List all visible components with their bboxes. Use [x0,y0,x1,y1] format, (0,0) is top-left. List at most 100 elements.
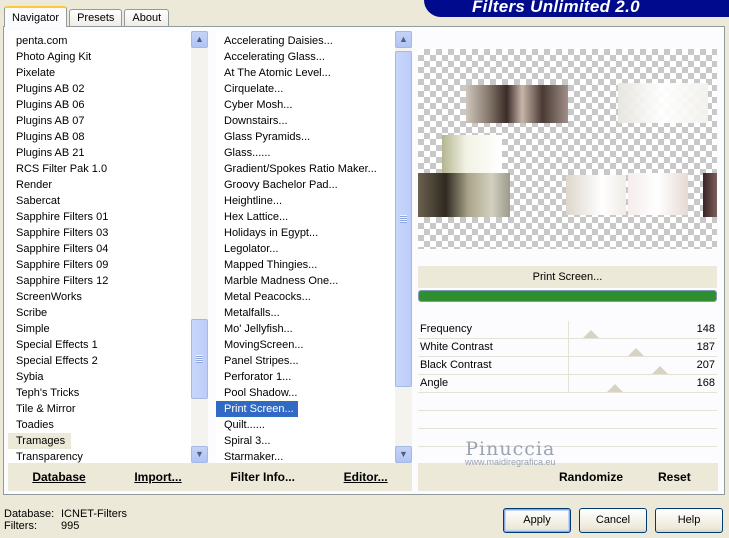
category-item[interactable]: Sybia [8,369,190,385]
scroll-thumb[interactable] [191,319,208,399]
filter-item[interactable]: Print Screen... [216,400,299,418]
filter-item[interactable]: Groovy Bachelor Pad... [216,177,394,193]
filter-item[interactable]: MovingScreen... [216,337,394,353]
category-item[interactable]: Plugins AB 06 [8,97,190,113]
category-item[interactable]: Sapphire Filters 09 [8,257,190,273]
slider-thumb-icon[interactable] [652,366,669,374]
tab-presets[interactable]: Presets [69,9,123,27]
filter-item[interactable]: Marble Madness One... [216,273,394,289]
filter-item[interactable]: Quilt...... [216,417,394,433]
category-item[interactable]: Render [8,177,190,193]
progress-fill [419,291,716,301]
reset-button[interactable]: Reset [658,470,691,484]
category-item[interactable]: Sabercat [8,193,190,209]
filter-item[interactable]: Panel Stripes... [216,353,394,369]
filter-item[interactable]: Spiral 3... [216,433,394,449]
slider-thumb-icon[interactable] [628,348,645,356]
slider-value: 187 [696,341,715,353]
filter-info-button[interactable]: Filter Info... [230,470,295,484]
category-item[interactable]: Plugins AB 02 [8,81,190,97]
filter-item[interactable]: Glass...... [216,145,394,161]
tab-navigator[interactable]: Navigator [4,6,68,27]
tab-bar: Navigator Presets About [4,6,171,27]
filters-label: Filters: [4,520,37,532]
filter-item[interactable]: Perforator 1... [216,369,394,385]
category-item[interactable]: Sapphire Filters 12 [8,273,190,289]
slider-value: 207 [696,359,715,371]
list-button-row: Database Import... Filter Info... Editor… [8,463,412,491]
filter-item[interactable]: Cirquelate... [216,81,394,97]
slider-thumb-icon[interactable] [607,384,624,392]
slider-track[interactable] [568,375,715,392]
filter-item[interactable]: Mapped Thingies... [216,257,394,273]
empty-slider-row [418,393,717,411]
tab-about[interactable]: About [124,9,170,27]
category-item[interactable]: penta.com [8,33,190,49]
category-item[interactable]: Sapphire Filters 04 [8,241,190,257]
category-item[interactable]: Sapphire Filters 03 [8,225,190,241]
category-item[interactable]: Photo Aging Kit [8,49,190,65]
category-scrollbar[interactable]: ▲ ▼ [191,31,208,463]
filter-item[interactable]: Metalfalls... [216,305,394,321]
database-label: Database: [4,508,55,520]
scroll-down-icon[interactable]: ▼ [395,446,412,463]
filter-item[interactable]: Starmaker... [216,449,394,463]
filter-item[interactable]: At The Atomic Level... [216,65,394,81]
filter-item[interactable]: Cyber Mosh... [216,97,394,113]
filter-item[interactable]: Gradient/Spokes Ratio Maker... [216,161,394,177]
category-item[interactable]: Teph's Tricks [8,385,190,401]
filter-list[interactable]: Accelerating Daisies... Accelerating Glas… [216,31,412,463]
category-item[interactable]: Scribe [8,305,190,321]
filter-item[interactable]: Hex Lattice... [216,209,394,225]
filter-item[interactable]: Holidays in Egypt... [216,225,394,241]
filter-item[interactable]: Glass Pyramids... [216,129,394,145]
category-item[interactable]: ScreenWorks [8,289,190,305]
category-item[interactable]: Pixelate [8,65,190,81]
category-item[interactable]: Simple [8,321,190,337]
slider-value: 168 [696,377,715,389]
filter-item[interactable]: Heightline... [216,193,394,209]
scroll-up-icon[interactable]: ▲ [191,31,208,48]
filter-item[interactable]: Accelerating Daisies... [216,33,394,49]
category-item[interactable]: Tramages [8,433,72,449]
slider-thumb-icon[interactable] [583,330,600,338]
category-item[interactable]: Tile & Mirror [8,401,190,417]
slider-row[interactable]: Frequency 148 [418,321,717,339]
category-item[interactable]: Toadies [8,417,190,433]
database-button[interactable]: Database [32,470,85,484]
scroll-down-icon[interactable]: ▼ [191,446,208,463]
category-list[interactable]: penta.com Photo Aging Kit Pixelate Plugins … [8,31,208,463]
slider-row[interactable]: Angle 168 [418,375,717,393]
category-item[interactable]: Transparency [8,449,190,463]
slider-row[interactable]: Black Contrast 207 [418,357,717,375]
category-item[interactable]: Plugins AB 08 [8,129,190,145]
scroll-up-icon[interactable]: ▲ [395,31,412,48]
scroll-thumb[interactable] [395,51,412,387]
filter-item[interactable]: Accelerating Glass... [216,49,394,65]
randomize-button[interactable]: Randomize [559,470,623,484]
filter-item[interactable]: Metal Peacocks... [216,289,394,305]
category-item[interactable]: Plugins AB 07 [8,113,190,129]
filter-item[interactable]: Legolator... [216,241,394,257]
app-title: Filters Unlimited 2.0 [472,0,640,16]
filter-item[interactable]: Mo' Jellyfish... [216,321,394,337]
help-button[interactable]: Help [655,508,723,533]
filter-name-label: Print Screen... [418,266,717,288]
category-items: penta.com Photo Aging Kit Pixelate Plugins … [8,33,190,463]
slider-row[interactable]: White Contrast 187 [418,339,717,357]
category-item[interactable]: Sapphire Filters 01 [8,209,190,225]
category-item[interactable]: Special Effects 2 [8,353,190,369]
slider-track[interactable] [568,357,715,374]
category-item[interactable]: Special Effects 1 [8,337,190,353]
filter-item[interactable]: Pool Shadow... [216,385,394,401]
apply-button[interactable]: Apply [503,508,571,533]
category-item[interactable]: RCS Filter Pak 1.0 [8,161,190,177]
slider-label: Black Contrast [420,359,492,371]
watermark: Pinuccia www.maidiregrafica.eu [465,438,556,467]
editor-button[interactable]: Editor... [344,470,388,484]
filter-scrollbar[interactable]: ▲ ▼ [395,31,412,463]
import-button[interactable]: Import... [134,470,181,484]
category-item[interactable]: Plugins AB 21 [8,145,190,161]
cancel-button[interactable]: Cancel [579,508,647,533]
filter-item[interactable]: Downstairs... [216,113,394,129]
